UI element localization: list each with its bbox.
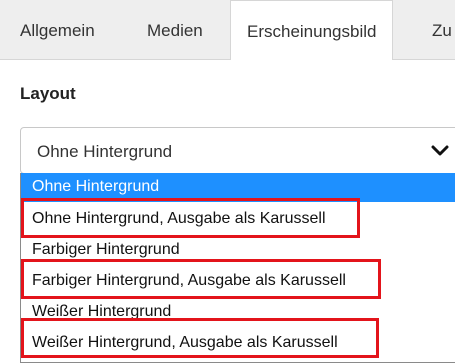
layout-option[interactable]: Weißer Hintergrund [21,298,455,327]
layout-option[interactable]: Farbiger Hintergrund [21,236,455,265]
tab-bar: Allgemein Medien Erscheinungsbild Zu [0,0,455,60]
layout-option[interactable]: Farbiger Hintergrund, Ausgabe als Karuss… [21,267,455,296]
layout-dropdown-list: Ohne Hintergrund Ohne Hintergrund, Ausga… [20,173,455,363]
layout-option[interactable]: Ohne Hintergrund, Ausgabe als Karussell [21,205,455,234]
tab-partial[interactable]: Zu [432,0,452,59]
layout-label: Layout [20,84,76,103]
layout-select[interactable]: Ohne Hintergrund [20,127,455,174]
tab-erscheinungsbild[interactable]: Erscheinungsbild [230,0,394,60]
chevron-down-icon [431,145,449,156]
tab-medien[interactable]: Medien [147,0,203,59]
layout-option[interactable]: Ohne Hintergrund [21,173,455,202]
layout-select-value: Ohne Hintergrund [37,142,173,161]
tab-allgemein[interactable]: Allgemein [20,0,95,59]
layout-option[interactable]: Weißer Hintergrund, Ausgabe als Karussel… [21,329,455,358]
